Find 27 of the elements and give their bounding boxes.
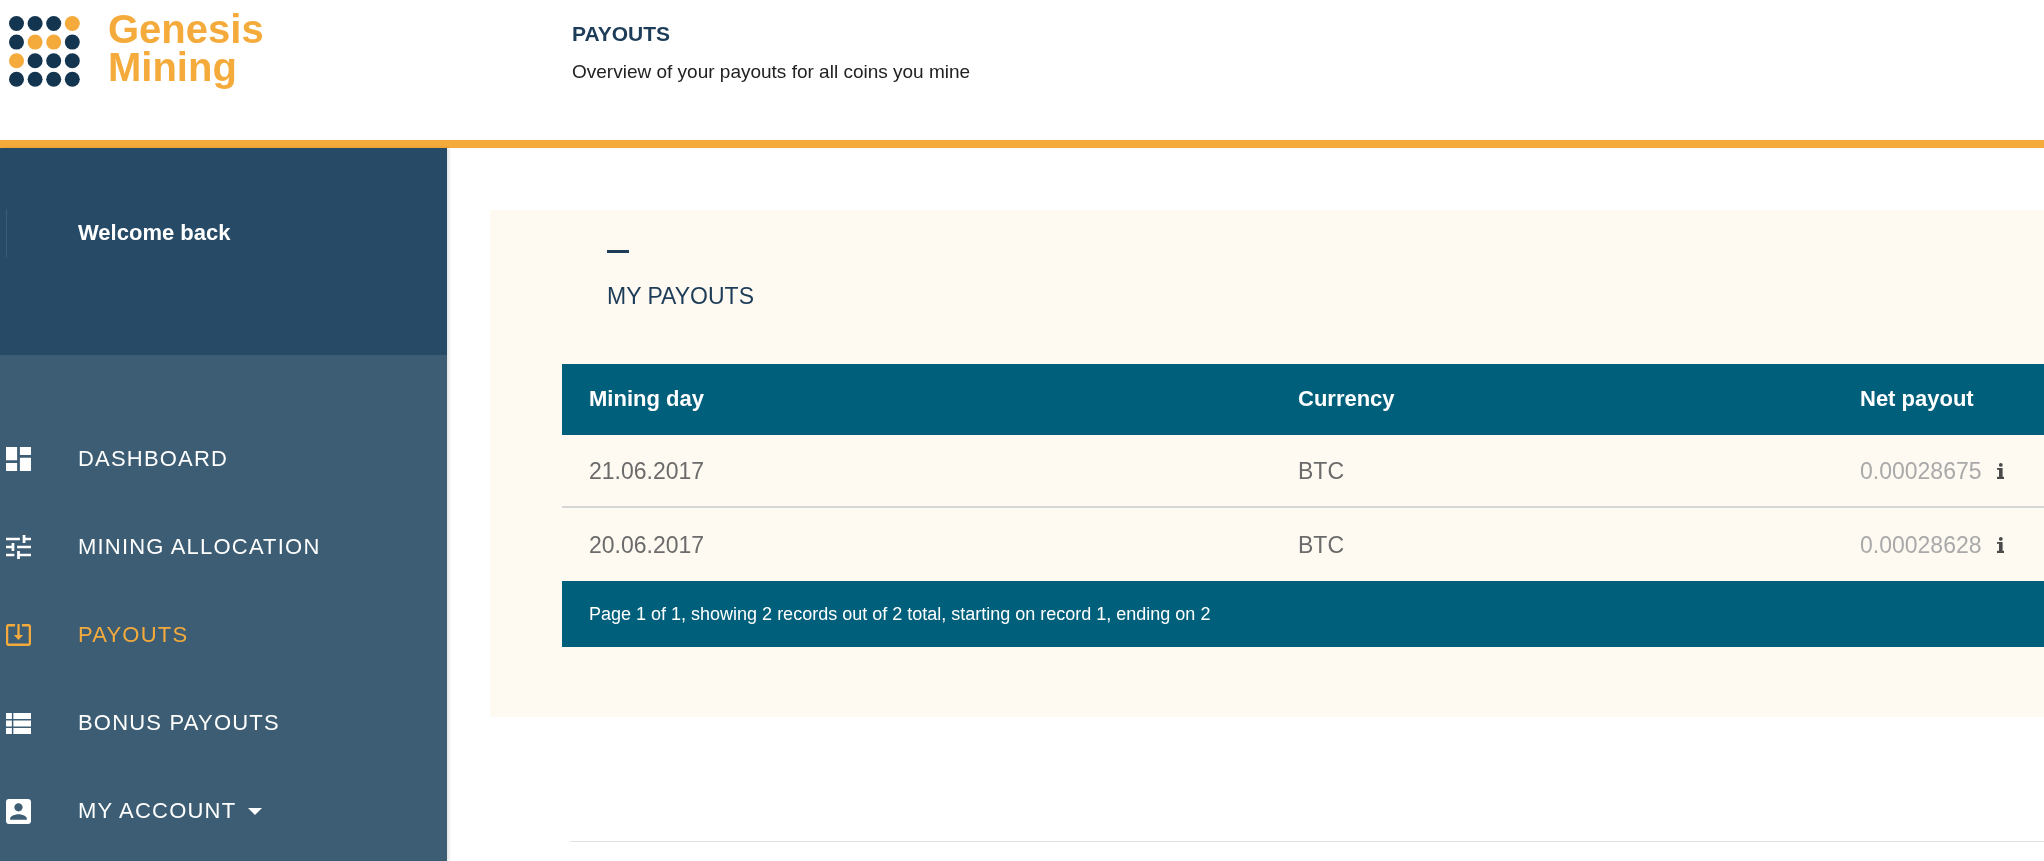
dashboard-icon — [6, 447, 31, 471]
table-cell: 0.00028628 — [1860, 530, 1982, 559]
sidebar-item[interactable]: BONUS PAYOUTS — [6, 710, 280, 736]
sidebar-item[interactable]: DASHBOARD — [6, 446, 229, 472]
section-title: MY PAYOUTS — [607, 282, 754, 310]
page-title: PAYOUTS — [572, 21, 671, 47]
sliders-icon — [6, 535, 31, 559]
info-icon[interactable] — [1996, 536, 2004, 553]
column-header: Currency — [1298, 386, 1395, 411]
table-cell: 21.06.2017 — [589, 456, 705, 485]
list-icon — [6, 712, 31, 734]
pagination-info: Page 1 of 1, showing 2 records out of 2 total, starting on record 1, ending on 2 — [562, 581, 2044, 647]
sidebar-item[interactable]: MY ACCOUNT — [6, 798, 263, 824]
account-box-icon — [6, 798, 31, 824]
sidebar-item[interactable]: PAYOUTS — [6, 622, 189, 648]
table-cell: 0.00028675 — [1860, 456, 1982, 485]
table-cell: 20.06.2017 — [589, 530, 705, 559]
download-box-icon — [6, 624, 31, 646]
page-subtitle: Overview of your payouts for all coins you mine — [572, 60, 971, 84]
info-icon[interactable] — [1996, 462, 2004, 479]
column-header: Mining day — [589, 386, 704, 411]
column-header: Net payout — [1860, 386, 1974, 411]
table-cell: BTC — [1298, 530, 1344, 559]
logo-icon — [9, 16, 80, 87]
welcome-text: Welcome back — [78, 220, 231, 246]
table-cell: BTC — [1298, 456, 1344, 485]
sidebar-item[interactable]: MINING ALLOCATION — [6, 534, 321, 560]
